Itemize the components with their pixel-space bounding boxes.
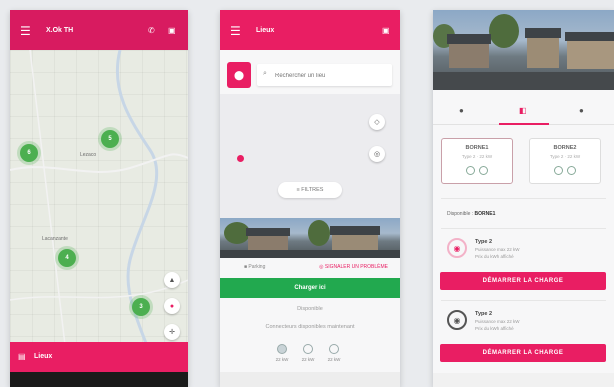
bottom-tab-lieux[interactable]: ▤ Lieux xyxy=(10,342,188,372)
tab-info[interactable]: ● xyxy=(459,106,464,115)
detail-tabs: ● ◧ ● xyxy=(433,102,614,125)
list-icon: ▤ xyxy=(18,352,26,361)
plug-icon xyxy=(567,166,576,175)
connector-item[interactable]: 22 kW xyxy=(296,344,320,362)
search-icon: ⌕ xyxy=(263,70,267,77)
layers-icon[interactable]: ◇ xyxy=(369,114,385,130)
station-photo xyxy=(433,10,614,90)
connector-sub: Type 2 · 22 kW xyxy=(461,154,493,159)
plug-power: Puissance max 22 kW xyxy=(475,247,520,252)
plug-type-icon: ◉ xyxy=(447,310,467,330)
divider xyxy=(441,228,606,229)
plug-row[interactable]: ◉ Type 2 Puissance max 22 kW Prix du kWh… xyxy=(433,304,614,340)
connector-card[interactable]: BORNE2 Type 2 · 22 kW xyxy=(529,138,601,184)
start-charge-button[interactable]: DÉMARRER LA CHARGE xyxy=(440,344,606,362)
phone-map-screen: ☰ X.Ok TH ✆ ▣ 6 5 4 3 Lezaco Lacanzante … xyxy=(10,10,188,387)
plug-power: Puissance max 22 kW xyxy=(475,319,520,324)
plug-title: Type 2 xyxy=(475,239,493,245)
map-cluster-marker[interactable]: 5 xyxy=(101,130,119,148)
report-problem-link[interactable]: ◎ SIGNALER UN PROBLÈME xyxy=(319,264,388,270)
connector-label: 22 kW xyxy=(301,357,315,362)
cart-icon[interactable]: ▣ xyxy=(382,27,390,35)
app-bar: ☰ X.Ok TH ✆ ▣ xyxy=(10,10,188,50)
system-nav-bar xyxy=(220,372,400,387)
plug-price: Prix du kWh affiché xyxy=(475,326,514,331)
availability-label: Disponible : xyxy=(447,211,474,217)
plug-icon xyxy=(554,166,563,175)
bottom-tab-label: Lieux xyxy=(34,353,53,360)
availability-value: BORNE1 xyxy=(474,211,496,217)
map-roads xyxy=(10,50,188,387)
map-cluster-marker[interactable]: 4 xyxy=(58,249,76,267)
search-row: ⬤ ⌕ xyxy=(227,62,392,88)
map-cluster-marker[interactable]: 6 xyxy=(20,144,38,162)
pin-icon: ⬤ xyxy=(233,69,245,80)
plug-price: Prix du kWh affiché xyxy=(475,254,514,259)
system-nav-bar xyxy=(433,373,614,387)
compass-icon[interactable]: ✛ xyxy=(164,324,180,340)
map-view[interactable]: 6 5 4 3 Lezaco Lacanzante ▲ ● ✛ xyxy=(10,50,188,387)
plug-type-icon: ◉ xyxy=(447,238,467,258)
divider xyxy=(441,198,606,199)
locate-icon[interactable]: ▲ xyxy=(164,272,180,288)
availability-text: Disponible xyxy=(297,306,323,312)
system-nav-bar xyxy=(10,372,188,387)
connector-label: 22 kW xyxy=(327,357,341,362)
plug-icon xyxy=(466,166,475,175)
cart-icon[interactable]: ▣ xyxy=(168,27,176,35)
locate-icon[interactable]: ◎ xyxy=(369,146,385,162)
phone-station-screen: ☰ Lieux ▣ ⬤ ⌕ ◇ ◎ ≡ FILTRES ■ Parking ◎ … xyxy=(220,10,400,387)
station-marker[interactable] xyxy=(237,155,244,162)
connectors-available-text: Connecteurs disponibles maintenant xyxy=(265,324,355,330)
connector-sub: Type 2 · 22 kW xyxy=(549,154,581,159)
tab-comments[interactable]: ● xyxy=(579,106,584,115)
hamburger-icon[interactable]: ☰ xyxy=(20,25,31,37)
phone-icon[interactable]: ✆ xyxy=(148,27,155,35)
map-place-label: Lezaco xyxy=(80,152,97,158)
active-tab-indicator xyxy=(499,123,549,125)
station-photo xyxy=(220,218,400,258)
station-info-row: ■ Parking ◎ SIGNALER UN PROBLÈME xyxy=(220,260,400,274)
map-place-label: Lacanzante xyxy=(42,236,68,242)
app-bar-title: Lieux xyxy=(256,27,275,34)
connector-item[interactable]: 22 kW xyxy=(322,344,346,362)
connector-item[interactable]: 22 kW xyxy=(270,344,294,362)
plug-row[interactable]: ◉ Type 2 Puissance max 22 kW Prix du kWh… xyxy=(433,232,614,268)
charge-here-button[interactable]: Charger ici xyxy=(220,278,400,298)
location-button[interactable]: ⬤ xyxy=(227,62,251,88)
map-cluster-marker[interactable]: 3 xyxy=(132,298,150,316)
app-bar: ☰ Lieux ▣ xyxy=(220,10,400,50)
plug-icon xyxy=(277,344,287,354)
availability-row: Disponible : BORNE1 xyxy=(447,211,495,217)
start-charge-button[interactable]: DÉMARRER LA CHARGE xyxy=(440,272,606,290)
plug-title: Type 2 xyxy=(475,311,493,317)
connector-label: 22 kW xyxy=(275,357,289,362)
phone-detail-screen: ● ◧ ● BORNE1 Type 2 · 22 kW BORNE2 Type … xyxy=(433,10,614,387)
parking-info: ■ Parking xyxy=(244,264,266,270)
connector-name: BORNE2 xyxy=(553,145,577,151)
connector-card[interactable]: BORNE1 Type 2 · 22 kW xyxy=(441,138,513,184)
plug-icon xyxy=(479,166,488,175)
connector-name: BORNE1 xyxy=(465,145,489,151)
search-input[interactable] xyxy=(273,70,388,82)
plug-icon xyxy=(329,344,339,354)
search-field[interactable]: ⌕ xyxy=(257,64,392,86)
filter-chip[interactable]: ≡ FILTRES xyxy=(278,182,342,198)
tab-charge[interactable]: ◧ xyxy=(519,106,527,115)
divider xyxy=(441,300,606,301)
plug-icon xyxy=(303,344,313,354)
connector-list: 22 kW 22 kW 22 kW xyxy=(220,344,400,374)
pink-pin-icon[interactable]: ● xyxy=(164,298,180,314)
hamburger-icon[interactable]: ☰ xyxy=(230,25,241,37)
app-bar-title: X.Ok TH xyxy=(46,27,74,34)
